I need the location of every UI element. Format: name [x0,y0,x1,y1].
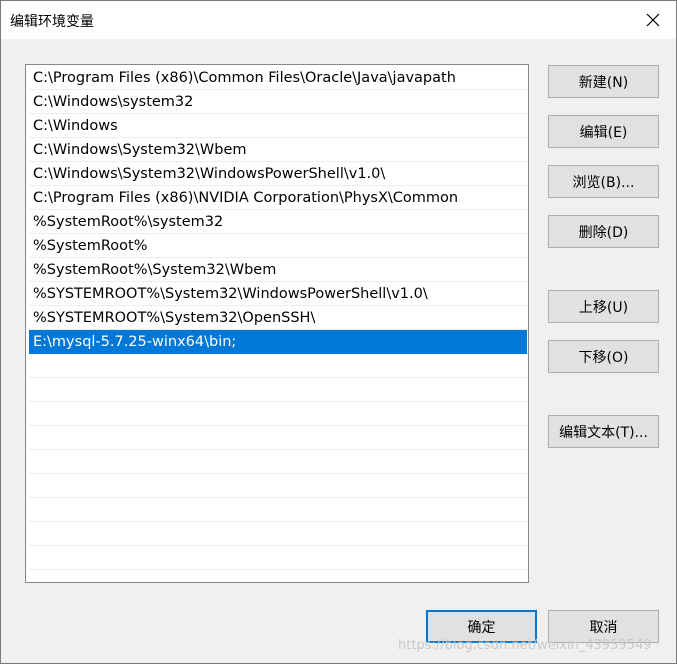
path-list-item[interactable]: C:\Windows\System32\WindowsPowerShell\v1… [29,162,527,186]
edit-text-button[interactable]: 编辑文本(T)... [548,415,659,448]
close-icon [646,13,660,27]
path-list-item[interactable]: %SYSTEMROOT%\System32\OpenSSH\ [29,306,527,330]
edit-button[interactable]: 编辑(E) [548,115,659,148]
path-list-empty-row[interactable] [29,498,527,522]
path-list-empty-row[interactable] [29,546,527,570]
watermark-text: https://blog.csdn.net/weixin_43959549 [398,638,652,653]
window-title: 编辑环境变量 [10,14,94,30]
path-list-item[interactable]: %SystemRoot%\system32 [29,210,527,234]
close-button[interactable] [630,1,676,39]
move-up-button[interactable]: 上移(U) [548,290,659,323]
path-list-empty-row[interactable] [29,522,527,546]
path-list-item[interactable]: E:\mysql-5.7.25-winx64\bin; [29,330,527,354]
path-list-item[interactable]: %SystemRoot%\System32\Wbem [29,258,527,282]
path-list-item[interactable]: C:\Windows\System32\Wbem [29,138,527,162]
new-button[interactable]: 新建(N) [548,65,659,98]
path-list-item[interactable]: %SystemRoot% [29,234,527,258]
path-list[interactable]: C:\Program Files (x86)\Common Files\Orac… [25,64,529,583]
edit-env-var-dialog: 编辑环境变量 C:\Program Files (x86)\Common Fil… [0,0,677,664]
path-list-item[interactable]: C:\Program Files (x86)\NVIDIA Corporatio… [29,186,527,210]
path-list-empty-row[interactable] [29,402,527,426]
path-list-item[interactable]: C:\Program Files (x86)\Common Files\Orac… [29,66,527,90]
delete-button[interactable]: 删除(D) [548,215,659,248]
browse-button[interactable]: 浏览(B)... [548,165,659,198]
path-list-item[interactable]: C:\Windows\system32 [29,90,527,114]
path-list-empty-row[interactable] [29,426,527,450]
path-list-empty-row[interactable] [29,378,527,402]
path-list-empty-row[interactable] [29,474,527,498]
path-list-empty-row[interactable] [29,450,527,474]
move-down-button[interactable]: 下移(O) [548,340,659,373]
path-list-item[interactable]: C:\Windows [29,114,527,138]
path-list-empty-row[interactable] [29,354,527,378]
path-list-item[interactable]: %SYSTEMROOT%\System32\WindowsPowerShell\… [29,282,527,306]
title-bar: 编辑环境变量 [1,1,676,39]
